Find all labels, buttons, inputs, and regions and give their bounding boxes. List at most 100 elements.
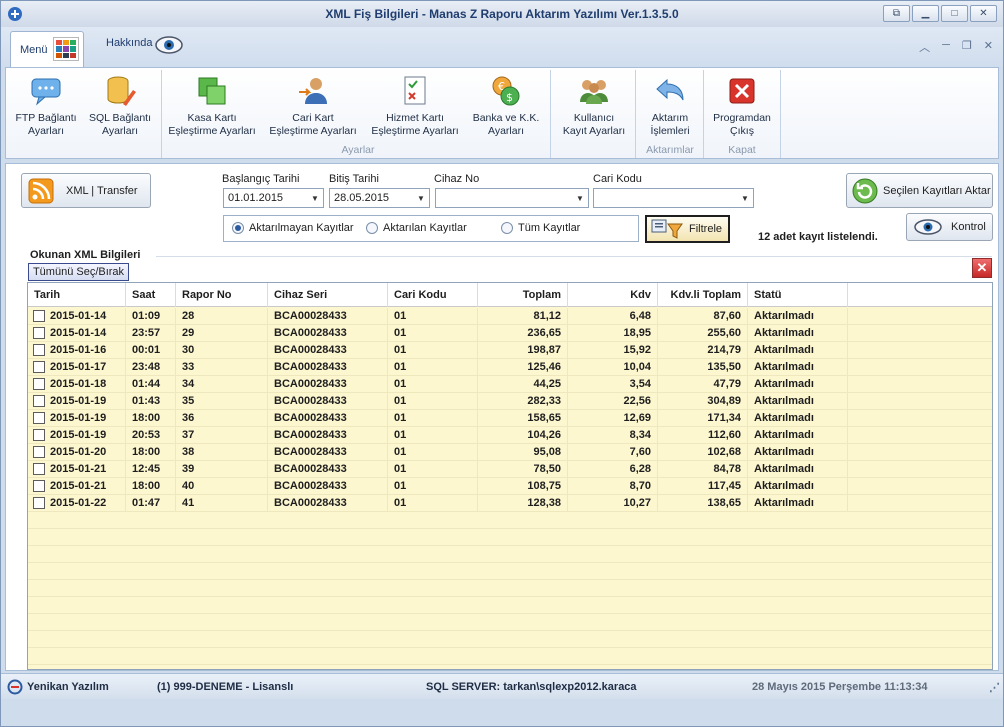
col-time[interactable]: Saat — [126, 283, 176, 307]
table-row[interactable]: 2015-01-16 00:01 30 BCA00028433 01 198,87 15,9… — [28, 342, 992, 359]
cell-total: 104,26 — [478, 427, 568, 444]
table-row[interactable]: 2015-01-19 01:43 35 BCA00028433 01 282,33 22,5… — [28, 393, 992, 410]
cell-vat: 6,48 — [568, 308, 658, 325]
ribbon-restore-button[interactable]: ❐ — [962, 39, 972, 55]
tab-menu[interactable]: Menü — [10, 31, 84, 67]
cell-status: Aktarılmadı — [748, 393, 848, 410]
radio-all[interactable]: Tüm Kayıtlar — [501, 222, 580, 234]
account-code-select[interactable]: ▼ — [593, 188, 754, 208]
col-status[interactable]: Statü — [748, 283, 848, 307]
cash-card-settings-button[interactable]: Kasa Kartı Eşleştirme Ayarları — [164, 74, 260, 140]
cell-vat: 6,28 — [568, 461, 658, 478]
table-row[interactable]: 2015-01-18 01:44 34 BCA00028433 01 44,25 3,54 4… — [28, 376, 992, 393]
col-date[interactable]: Tarih — [28, 283, 126, 307]
table-row[interactable]: 2015-01-20 18:00 38 BCA00028433 01 95,08 7,60 1… — [28, 444, 992, 461]
cell-status: Aktarılmadı — [748, 359, 848, 376]
main-content: XML | Transfer Başlangıç Tarihi 01.01.20… — [5, 163, 999, 671]
cell-total: 81,12 — [478, 308, 568, 325]
user-settings-button[interactable]: Kullanıcı Kayıt Ayarları — [554, 74, 634, 140]
minimize-button[interactable]: ▁ — [912, 5, 939, 22]
cell-vat: 8,70 — [568, 478, 658, 495]
col-device-serial[interactable]: Cihaz Seri — [268, 283, 388, 307]
service-card-settings-button[interactable]: Hizmet Kartı Eşleştirme Ayarları — [366, 74, 464, 140]
close-button[interactable]: ✕ — [970, 5, 997, 22]
cell-total: 128,38 — [478, 495, 568, 512]
chat-bubble-icon — [31, 78, 61, 106]
account-card-settings-button[interactable]: Cari Kart Eşleştirme Ayarları — [264, 74, 362, 140]
account-label-1: Cari Kart — [292, 112, 334, 124]
table-row[interactable]: 2015-01-17 23:48 33 BCA00028433 01 125,46 10,0… — [28, 359, 992, 376]
cell-status: Aktarılmadı — [748, 325, 848, 342]
ribbon-close-button[interactable]: ✕ — [984, 39, 993, 55]
table-row[interactable]: 2015-01-21 18:00 40 BCA00028433 01 108,75 8,70… — [28, 478, 992, 495]
users-icon — [580, 80, 608, 104]
cell-vat-total: 87,60 — [658, 308, 748, 325]
resize-grip-icon[interactable]: ⋰ — [989, 681, 1000, 694]
device-no-select[interactable]: ▼ — [435, 188, 589, 208]
cell-vat-total: 117,45 — [658, 478, 748, 495]
table-row[interactable]: 2015-01-14 01:09 28 BCA00028433 01 81,12 6,48 8… — [28, 308, 992, 325]
end-date-picker[interactable]: 28.05.2015 ▼ — [329, 188, 430, 208]
cell-status: Aktarılmadı — [748, 461, 848, 478]
service-label-1: Hizmet Kartı — [386, 112, 444, 124]
radio-icon — [501, 222, 513, 234]
cell-status: Aktarılmadı — [748, 427, 848, 444]
xml-transfer-button[interactable]: XML | Transfer — [21, 173, 151, 208]
ribbon-collapse-icon[interactable]: ︿ — [919, 39, 930, 55]
exit-label-1: Programdan — [713, 112, 771, 124]
ribbon-body: FTP Bağlantı Ayarları SQL Bağlantı Ayarl… — [5, 67, 999, 159]
col-report-no[interactable]: Rapor No — [176, 283, 268, 307]
col-vat-total[interactable]: Kdv.li Toplam — [658, 283, 748, 307]
filter-button[interactable]: Filtrele — [645, 215, 730, 243]
tab-menu-label: Menü — [20, 44, 48, 56]
radio-transferred[interactable]: Aktarılan Kayıtlar — [366, 222, 467, 234]
col-account-code[interactable]: Cari Kodu — [388, 283, 478, 307]
table-row[interactable]: 2015-01-21 12:45 39 BCA00028433 01 78,50 6,28 8… — [28, 461, 992, 478]
cell-account-code: 01 — [388, 410, 478, 427]
cell-date: 2015-01-14 — [28, 308, 126, 325]
start-date-picker[interactable]: 01.01.2015 ▼ — [223, 188, 324, 208]
ftp-settings-button[interactable]: FTP Bağlantı Ayarları — [10, 74, 82, 140]
cell-vat-total: 84,78 — [658, 461, 748, 478]
cell-total: 125,46 — [478, 359, 568, 376]
table-row[interactable]: 2015-01-19 20:53 37 BCA00028433 01 104,26 8,34… — [28, 427, 992, 444]
radio-not-transferred[interactable]: Aktarılmayan Kayıtlar — [232, 222, 354, 234]
col-vat[interactable]: Kdv — [568, 283, 658, 307]
sql-settings-button[interactable]: SQL Bağlantı Ayarları — [82, 74, 158, 140]
send-selected-label: Seçilen Kayıtları Aktar — [883, 184, 991, 197]
control-button[interactable]: Kontrol — [906, 213, 993, 241]
table-row[interactable]: 2015-01-22 01:47 41 BCA00028433 01 128,38 10,2… — [28, 495, 992, 512]
cell-total: 158,65 — [478, 410, 568, 427]
cell-date: 2015-01-19 — [28, 410, 126, 427]
cell-report-no: 29 — [176, 325, 268, 342]
radio-not-transferred-label: Aktarılmayan Kayıtlar — [249, 222, 354, 234]
table-row[interactable]: 2015-01-14 23:57 29 BCA00028433 01 236,65 18,9… — [28, 325, 992, 342]
control-label: Kontrol — [951, 221, 986, 233]
cell-vat: 10,04 — [568, 359, 658, 376]
maximize-button[interactable]: □ — [941, 5, 968, 22]
cell-time: 01:43 — [126, 393, 176, 410]
cell-account-code: 01 — [388, 308, 478, 325]
cell-time: 18:00 — [126, 410, 176, 427]
tab-about[interactable]: Hakkında — [106, 37, 152, 49]
table-row[interactable]: 2015-01-19 18:00 36 BCA00028433 01 158,65 12,6… — [28, 410, 992, 427]
send-selected-button[interactable]: Seçilen Kayıtları Aktar — [846, 173, 993, 208]
col-total[interactable]: Toplam — [478, 283, 568, 307]
cash-label-1: Kasa Kartı — [187, 112, 237, 124]
cell-status: Aktarılmadı — [748, 495, 848, 512]
chevron-down-icon: ▼ — [576, 193, 584, 203]
transfer-operations-button[interactable]: Aktarım İşlemleri — [638, 74, 702, 140]
cell-account-code: 01 — [388, 495, 478, 512]
cell-device-serial: BCA00028433 — [268, 495, 388, 512]
exit-program-button[interactable]: Programdan Çıkış — [706, 74, 778, 140]
restore-icon-button[interactable]: ⧉ — [883, 5, 910, 22]
cell-vat: 22,56 — [568, 393, 658, 410]
cell-device-serial: BCA00028433 — [268, 478, 388, 495]
cell-vat: 12,69 — [568, 410, 658, 427]
ftp-label-2: Ayarları — [28, 125, 64, 137]
cell-date: 2015-01-21 — [28, 478, 126, 495]
ribbon-minimize-button[interactable]: ─ — [942, 39, 950, 55]
ftp-label-1: FTP Bağlantı — [15, 112, 77, 124]
bank-settings-button[interactable]: € $ Banka ve K.K. Ayarları — [466, 74, 546, 140]
cell-date: 2015-01-19 — [28, 427, 126, 444]
